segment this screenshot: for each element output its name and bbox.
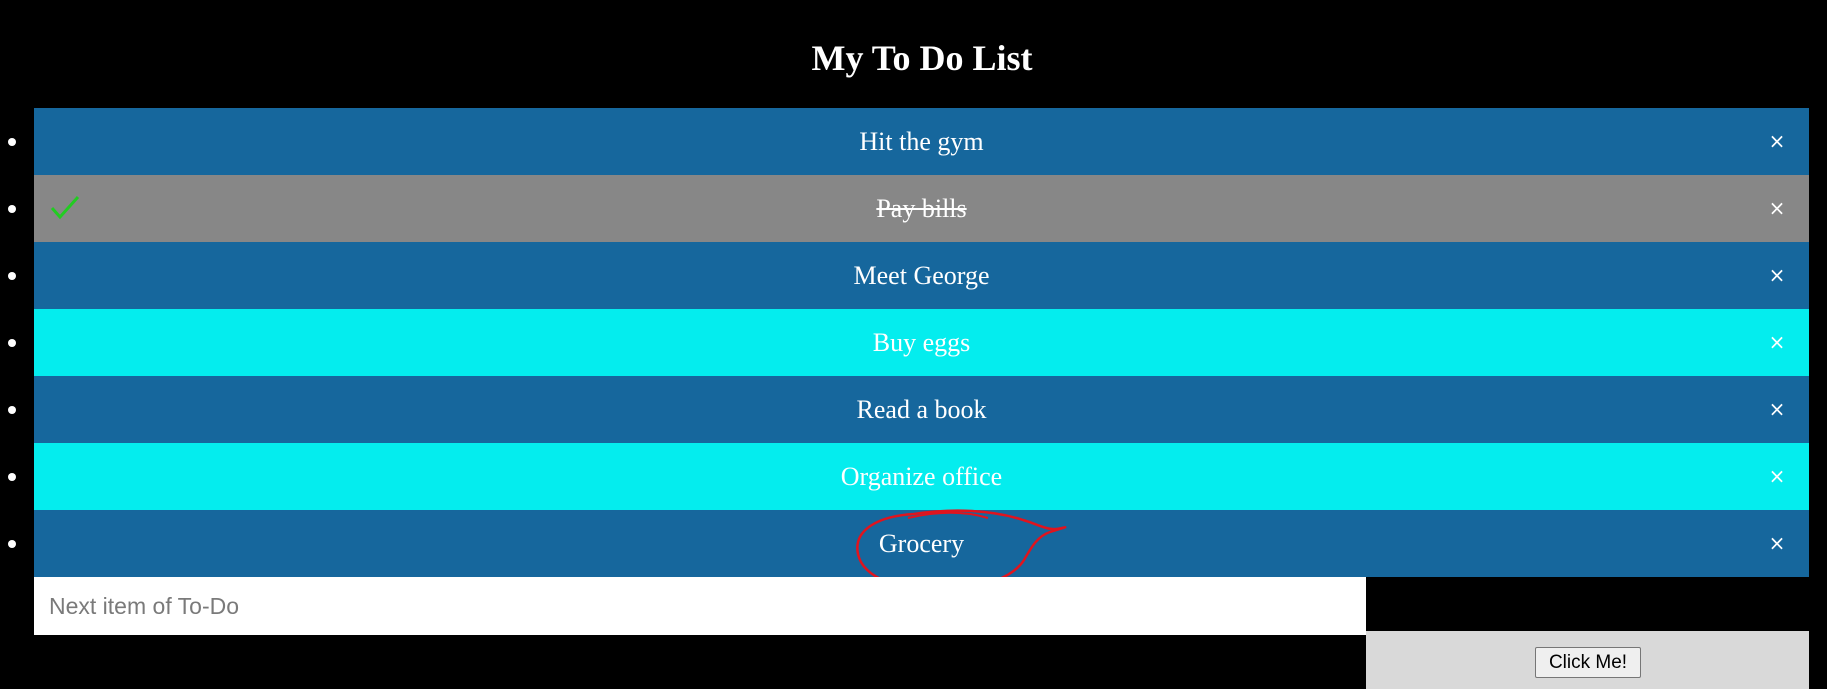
close-icon[interactable]: ×	[1759, 443, 1795, 510]
click-me-button[interactable]: Click Me!	[1535, 647, 1641, 678]
todo-page: My To Do List Hit the gym × Pay bills × …	[0, 0, 1827, 689]
todo-item-pay-bills[interactable]: Pay bills ×	[8, 175, 1809, 242]
todo-item-read-a-book[interactable]: Read a book ×	[8, 376, 1809, 443]
todo-item-grocery[interactable]: Grocery ×	[8, 510, 1809, 577]
close-icon[interactable]: ×	[1759, 242, 1795, 309]
list-bullet	[8, 540, 16, 548]
todo-item-text: Pay bills	[876, 194, 967, 223]
list-bullet	[8, 339, 16, 347]
close-icon[interactable]: ×	[1759, 309, 1795, 376]
todo-item-organize-office[interactable]: Organize office ×	[8, 443, 1809, 510]
close-icon[interactable]: ×	[1759, 108, 1795, 175]
list-bullet	[8, 272, 16, 280]
todo-input[interactable]	[34, 577, 1366, 635]
todo-item-buy-eggs[interactable]: Buy eggs ×	[8, 309, 1809, 376]
todo-item-text: Hit the gym	[859, 127, 984, 156]
list-bullet	[8, 473, 16, 481]
todo-item-hit-the-gym[interactable]: Hit the gym ×	[8, 108, 1809, 175]
button-panel: Click Me!	[1366, 631, 1809, 689]
close-icon[interactable]: ×	[1759, 175, 1795, 242]
todo-item-text: Organize office	[840, 462, 1003, 491]
close-icon[interactable]: ×	[1759, 376, 1795, 443]
page-title: My To Do List	[811, 38, 1033, 78]
todo-item-text: Read a book	[856, 395, 987, 424]
list-bullet	[8, 406, 16, 414]
list-bullet	[8, 138, 16, 146]
check-icon	[50, 195, 80, 220]
todo-item-text: Grocery	[878, 529, 965, 558]
close-icon[interactable]: ×	[1759, 510, 1795, 577]
todo-item-text: Meet George	[853, 261, 990, 290]
todo-list: Hit the gym × Pay bills × Meet George × …	[8, 108, 1809, 577]
todo-item-text: Buy eggs	[872, 328, 971, 357]
todo-item-meet-george[interactable]: Meet George ×	[8, 242, 1809, 309]
list-bullet	[8, 205, 16, 213]
